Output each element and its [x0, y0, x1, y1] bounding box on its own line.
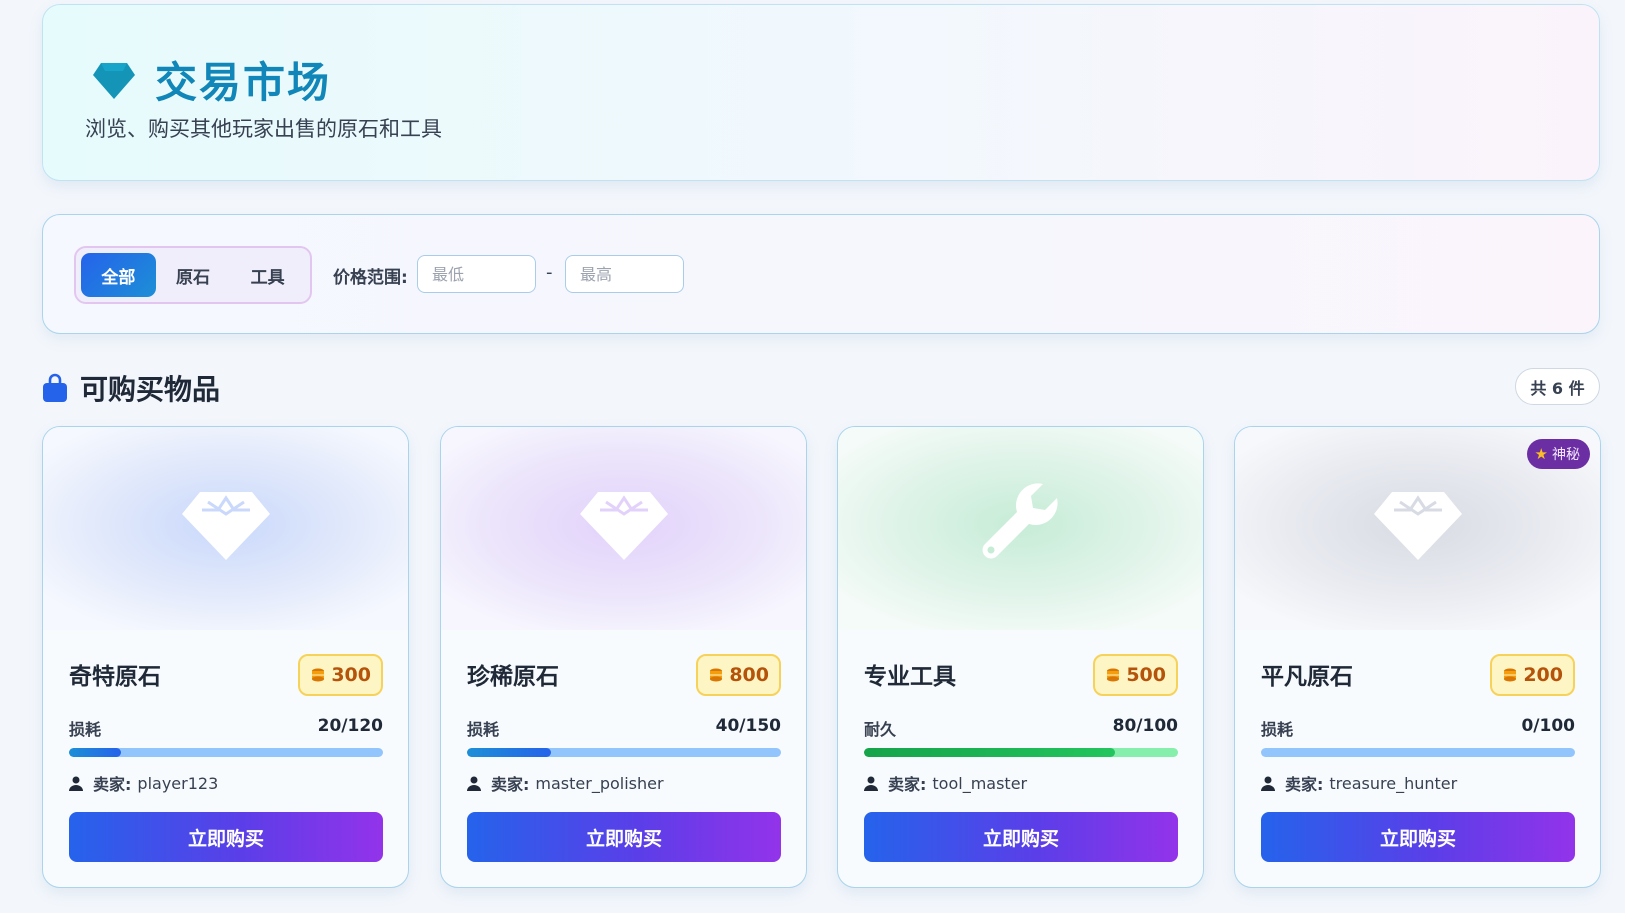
durability-progress-fill — [864, 748, 1116, 757]
min-price-input[interactable] — [417, 255, 536, 293]
stat-value: 80/100 — [1112, 716, 1178, 736]
seller-name: tool_master — [932, 773, 1028, 793]
seller-row: 卖家: treasure_hunter — [1261, 771, 1457, 795]
stat-label: 损耗 — [1261, 720, 1294, 739]
filter-bar: 全部 原石 工具 价格范围: - — [42, 214, 1600, 334]
category-tabs: 全部 原石 工具 — [74, 246, 312, 304]
buy-now-button[interactable]: 立即购买 — [69, 812, 383, 862]
item-card: 专业工具 500 耐久 80/100 卖家: tool_master 立即购买 — [837, 426, 1204, 888]
user-icon — [467, 776, 481, 791]
gem-icon — [1373, 492, 1462, 560]
price-tag: 800 — [696, 654, 781, 696]
price-tag: 500 — [1093, 654, 1178, 696]
user-icon — [1261, 776, 1275, 791]
marketplace-page: 交易市场 浏览、购买其他玩家出售的原石和工具 全部 原石 工具 价格范围: - … — [0, 0, 1625, 913]
mystery-badge: ★ 神秘 — [1526, 439, 1590, 469]
buy-now-button[interactable]: 立即购买 — [467, 812, 781, 862]
item-name: 专业工具 — [864, 664, 956, 690]
coins-icon — [1504, 668, 1517, 682]
item-name: 珍稀原石 — [467, 664, 559, 690]
star-icon: ★ — [1534, 445, 1548, 463]
shopping-bag-icon — [43, 373, 67, 402]
seller-name: treasure_hunter — [1329, 773, 1458, 793]
wear-progress-bar — [69, 748, 383, 757]
seller-label: 卖家: — [1285, 775, 1324, 794]
wear-progress-bar — [1261, 748, 1575, 757]
seller-row: 卖家: tool_master — [864, 771, 1027, 795]
price-tag: 300 — [298, 654, 383, 696]
user-icon — [864, 776, 878, 791]
item-price: 200 — [1523, 664, 1563, 686]
seller-label: 卖家: — [888, 775, 927, 794]
page-title: 交易市场 — [155, 58, 332, 107]
price-range-label: 价格范围: — [333, 268, 408, 288]
buy-now-button[interactable]: 立即购买 — [1261, 812, 1575, 862]
gem-icon — [579, 492, 668, 560]
item-price: 300 — [331, 664, 371, 686]
buy-now-button[interactable]: 立即购买 — [864, 812, 1178, 862]
stat-value: 0/100 — [1521, 716, 1575, 736]
item-price: 800 — [729, 664, 769, 686]
wear-progress-bar — [467, 748, 781, 757]
item-count-badge: 共 6 件 — [1515, 368, 1600, 405]
gem-icon — [93, 62, 135, 99]
seller-name: player123 — [137, 773, 219, 793]
item-card: 奇特原石 300 损耗 20/120 卖家: player123 立即购买 — [42, 426, 409, 888]
tab-rough-stone[interactable]: 原石 — [156, 253, 231, 297]
tab-tools[interactable]: 工具 — [230, 253, 305, 297]
coins-icon — [1107, 668, 1120, 682]
stat-label: 损耗 — [69, 720, 102, 739]
item-image — [43, 427, 408, 630]
item-name: 奇特原石 — [69, 664, 161, 690]
section-title: 可购买物品 — [80, 373, 221, 406]
seller-row: 卖家: player123 — [69, 771, 218, 795]
tab-all[interactable]: 全部 — [81, 253, 156, 297]
max-price-input[interactable] — [565, 255, 684, 293]
wear-progress-fill — [467, 748, 551, 757]
seller-label: 卖家: — [491, 775, 530, 794]
wrench-icon — [982, 483, 1058, 559]
seller-label: 卖家: — [93, 775, 132, 794]
item-card: 珍稀原石 800 损耗 40/150 卖家: master_polisher 立… — [440, 426, 807, 888]
item-image: ★ 神秘 — [1235, 427, 1600, 630]
item-card: ★ 神秘 平凡原石 200 损耗 0/100 卖家: treasure_hunt… — [1234, 426, 1601, 888]
stat-value: 40/150 — [715, 716, 781, 736]
stat-label: 耐久 — [864, 720, 897, 739]
header-card: 交易市场 浏览、购买其他玩家出售的原石和工具 — [42, 4, 1600, 181]
item-image — [838, 427, 1203, 630]
seller-row: 卖家: master_polisher — [467, 771, 664, 795]
user-icon — [69, 776, 83, 791]
durability-progress-bar — [864, 748, 1178, 757]
price-tag: 200 — [1490, 654, 1575, 696]
gem-icon — [181, 492, 270, 560]
stat-label: 损耗 — [467, 720, 500, 739]
header-title-row: 交易市场 — [91, 49, 331, 110]
seller-name: master_polisher — [535, 773, 664, 793]
item-image — [441, 427, 806, 630]
page-subtitle: 浏览、购买其他玩家出售的原石和工具 — [85, 117, 442, 141]
item-name: 平凡原石 — [1261, 664, 1353, 690]
badge-label: 神秘 — [1552, 447, 1580, 463]
item-price: 500 — [1126, 664, 1166, 686]
stat-value: 20/120 — [317, 716, 383, 736]
wear-progress-fill — [69, 748, 122, 757]
coins-icon — [710, 668, 723, 682]
section-heading: 可购买物品 — [42, 368, 220, 408]
price-separator: - — [546, 262, 553, 283]
coins-icon — [312, 668, 325, 682]
